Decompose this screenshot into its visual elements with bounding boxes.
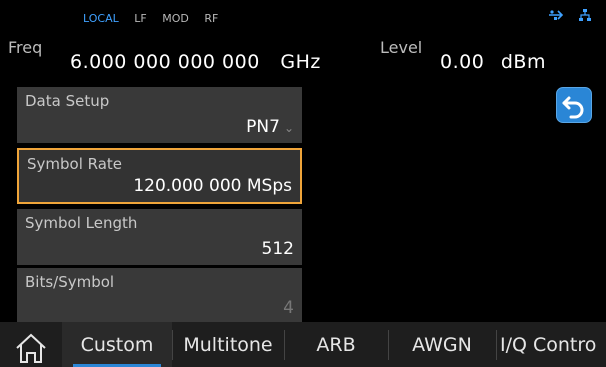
freq-value[interactable]: 6.000 000 000 000 GHz <box>70 51 321 73</box>
back-button[interactable] <box>556 87 592 123</box>
tab-arb-label: ARB <box>316 333 356 356</box>
network-icon <box>579 9 591 21</box>
status-local: LOCAL <box>83 12 119 25</box>
symbol-rate-panel[interactable]: Symbol Rate 120.000 000 MSps <box>17 148 302 204</box>
bits-per-symbol-label: Bits/Symbol <box>25 273 115 291</box>
tab-awgn-label: AWGN <box>412 333 472 356</box>
status-lf: LF <box>134 12 147 25</box>
level-unit: dBm <box>500 51 546 73</box>
status-bar: LOCAL LF MOD RF <box>83 12 230 25</box>
bits-per-symbol-value: 4 <box>283 298 294 318</box>
status-mod: MOD <box>162 12 189 25</box>
tab-custom[interactable]: Custom <box>62 322 172 367</box>
tab-awgn[interactable]: AWGN <box>388 322 496 367</box>
data-setup-label: Data Setup <box>25 92 110 110</box>
bottom-tab-bar: Custom Multitone ARB AWGN I/Q Contro <box>0 322 606 367</box>
status-icons <box>548 8 592 22</box>
freq-unit: GHz <box>280 51 321 73</box>
freq-number: 6.000 000 000 000 <box>70 51 260 73</box>
level-number: 0.00 <box>440 51 485 73</box>
status-rf: RF <box>204 12 219 25</box>
data-setup-panel[interactable]: Data Setup PN7 ⌄ <box>17 87 302 143</box>
bits-per-symbol-panel: Bits/Symbol 4 <box>17 268 302 324</box>
data-setup-value[interactable]: PN7 ⌄ <box>246 117 294 137</box>
symbol-length-label: Symbol Length <box>25 214 138 232</box>
symbol-rate-label: Symbol Rate <box>27 155 123 173</box>
tab-iq-control-label: I/Q Contro <box>500 333 597 356</box>
home-icon[interactable] <box>14 332 48 364</box>
back-icon <box>562 96 584 119</box>
level-label: Level <box>380 38 423 57</box>
symbol-length-value[interactable]: 512 <box>262 239 294 259</box>
data-setup-selected: PN7 <box>246 117 280 137</box>
tab-custom-label: Custom <box>80 333 154 356</box>
tab-multitone[interactable]: Multitone <box>172 322 284 367</box>
symbol-length-panel[interactable]: Symbol Length 512 <box>17 209 302 265</box>
tab-arb[interactable]: ARB <box>284 322 388 367</box>
tab-iq-control[interactable]: I/Q Contro <box>496 322 606 367</box>
tab-multitone-label: Multitone <box>183 333 273 356</box>
usb-icon <box>549 10 564 20</box>
freq-label: Freq <box>8 38 43 57</box>
level-value[interactable]: 0.00 dBm <box>440 51 546 73</box>
chevron-down-icon: ⌄ <box>283 121 294 135</box>
symbol-rate-value[interactable]: 120.000 000 MSps <box>133 176 292 196</box>
